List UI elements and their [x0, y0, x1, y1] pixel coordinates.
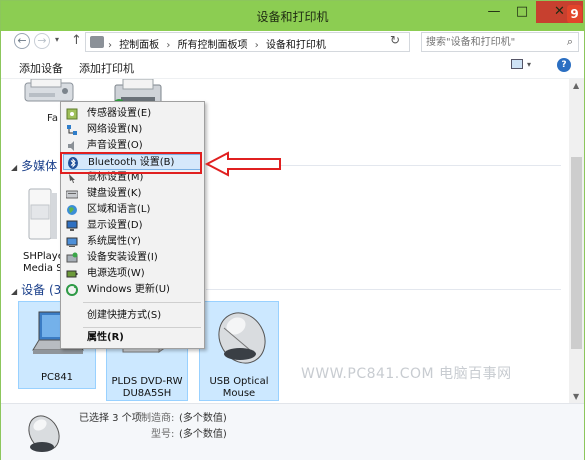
- search-input[interactable]: [426, 34, 562, 50]
- site-logo-mark: 9: [567, 5, 582, 23]
- device-label: PC841: [40, 372, 74, 383]
- sound-icon: [68, 141, 74, 151]
- menu-item-sensor-settings[interactable]: 传感器设置(E): [63, 106, 202, 122]
- scroll-down-icon[interactable]: ▼: [573, 392, 579, 401]
- maximize-button[interactable]: □: [508, 1, 536, 23]
- view-options-dropdown-icon[interactable]: ▾: [527, 60, 531, 69]
- media-server-label: SHPlaye Media S: [23, 251, 64, 275]
- menu-item-label: 属性(R): [87, 332, 124, 343]
- control-panel-icon: [90, 36, 104, 48]
- breadcrumb: › 控制面板 › 所有控制面板项 › 设备和打印机: [108, 36, 330, 51]
- breadcrumb-separator: ›: [166, 40, 171, 51]
- annotation-highlight-box: [60, 152, 202, 174]
- navigation-bar: ← → ▾ ↑ › 控制面板 › 所有控制面板项 › 设备和打印机 ▾ ↻ ⌕: [1, 31, 584, 53]
- manufacturer-value: (多个数值): [179, 413, 227, 424]
- menu-item-create-shortcut[interactable]: 创建快捷方式(S): [63, 308, 202, 324]
- recent-locations-icon[interactable]: ▾: [55, 35, 59, 44]
- device-label: USB Optical Mouse: [200, 376, 278, 400]
- media-server-icon[interactable]: [25, 187, 59, 243]
- change-view-icon[interactable]: [511, 59, 523, 69]
- breadcrumb-separator: ›: [254, 40, 259, 51]
- mouse-icon: [218, 312, 266, 364]
- collapse-toggle-icon[interactable]: ◢: [11, 287, 17, 296]
- minimize-button[interactable]: —: [480, 1, 508, 23]
- device-label-line1: USB Optical: [209, 376, 269, 387]
- menu-item-label: 键盘设置(K): [87, 188, 142, 199]
- sensor-icon: [66, 108, 78, 120]
- menu-item-label: 显示设置(D): [87, 220, 143, 231]
- device-label-line1: PLDS DVD-RW: [111, 376, 183, 387]
- menu-item-label: 创建快捷方式(S): [87, 310, 162, 321]
- device-label-line2: DU8A5SH: [122, 388, 172, 399]
- devices-and-printers-window: 设备和打印机 — □ ✕ 9 ← → ▾ ↑ › 控制面板 › 所有控制面板项 …: [0, 0, 585, 460]
- menu-item-label: 系统属性(Y): [87, 236, 141, 247]
- keyboard-icon: [66, 190, 78, 199]
- menu-item-network-settings[interactable]: 网络设置(N): [63, 122, 202, 138]
- breadcrumb-separator: ›: [108, 40, 112, 51]
- breadcrumb-control-panel[interactable]: 控制面板: [119, 40, 159, 51]
- selection-count: 已选择 3 个项: [79, 413, 142, 424]
- windows-update-icon: [66, 284, 78, 296]
- watermark: WWW.PC841.COM 电脑百事网: [301, 366, 512, 382]
- device-label-line2: Mouse: [222, 388, 256, 399]
- search-box[interactable]: ⌕: [421, 32, 579, 52]
- menu-item-display-settings[interactable]: 显示设置(D): [63, 218, 202, 234]
- search-icon[interactable]: ⌕: [567, 35, 573, 49]
- menu-separator: [83, 327, 201, 328]
- command-bar: 添加设备 添加打印机 ▾ ?: [1, 53, 584, 79]
- menu-item-label: 电源选项(W): [87, 268, 145, 279]
- forward-button[interactable]: →: [34, 33, 50, 49]
- menu-item-label: Windows 更新(U): [87, 284, 170, 295]
- breadcrumb-all-items[interactable]: 所有控制面板项: [178, 40, 248, 51]
- menu-item-system-properties[interactable]: 系统属性(Y): [63, 234, 202, 250]
- details-pane: 已选择 3 个项 制造商: (多个数值) 型号: (多个数值): [1, 403, 584, 460]
- multimedia-group-header[interactable]: ◢ 多媒体: [11, 157, 57, 174]
- add-printer-button[interactable]: 添加打印机: [79, 60, 134, 76]
- menu-item-power-options[interactable]: 电源选项(W): [63, 266, 202, 282]
- annotation-arrow-icon: [204, 151, 281, 177]
- menu-item-region-language[interactable]: 区域和语言(L): [63, 202, 202, 218]
- add-device-button[interactable]: 添加设备: [19, 60, 63, 76]
- menu-item-label: 设备安装设置(I): [87, 252, 158, 263]
- selected-devices-icon: [28, 415, 60, 452]
- display-icon: [66, 220, 78, 231]
- region-icon: [67, 205, 77, 215]
- up-level-button[interactable]: ↑: [71, 33, 82, 48]
- breadcrumb-devices-printers[interactable]: 设备和打印机: [266, 40, 326, 51]
- multimedia-group-label: 多媒体: [21, 159, 58, 173]
- power-icon: [66, 270, 78, 278]
- address-bar[interactable]: › 控制面板 › 所有控制面板项 › 设备和打印机 ▾: [85, 32, 462, 52]
- manufacturer-label: 制造商:: [141, 413, 175, 424]
- devices-group-header[interactable]: ◢ 设备 (3): [11, 281, 66, 298]
- model-value: (多个数值): [179, 429, 227, 440]
- device-tile-usb-mouse[interactable]: USB Optical Mouse: [199, 301, 279, 401]
- menu-item-label: 区域和语言(L): [87, 204, 151, 215]
- network-icon: [67, 125, 77, 135]
- menu-item-label: 网络设置(N): [87, 124, 143, 135]
- menu-item-device-install-settings[interactable]: 设备安装设置(I): [63, 250, 202, 266]
- vertical-scrollbar[interactable]: ▲ ▼: [569, 79, 584, 403]
- menu-item-windows-update[interactable]: Windows 更新(U): [63, 282, 202, 298]
- menu-item-label: 传感器设置(E): [87, 108, 152, 119]
- context-menu: 传感器设置(E) 网络设置(N) 声音设置(O) Bluetooth 设置(B)…: [60, 101, 205, 349]
- media-server-label-line1: SHPlaye: [23, 251, 64, 262]
- group-divider: [206, 289, 561, 290]
- refresh-button[interactable]: ↻: [390, 33, 400, 47]
- model-label: 型号:: [151, 429, 175, 440]
- scroll-up-icon[interactable]: ▲: [573, 81, 579, 90]
- system-icon: [66, 237, 78, 247]
- collapse-toggle-icon[interactable]: ◢: [11, 163, 17, 172]
- menu-item-keyboard-settings[interactable]: 键盘设置(K): [63, 186, 202, 202]
- device-install-icon: [66, 252, 78, 263]
- fax-label: Fa: [47, 113, 58, 124]
- menu-item-properties[interactable]: 属性(R): [63, 330, 202, 346]
- back-button[interactable]: ←: [14, 33, 30, 49]
- title-bar: 设备和打印机 — □ ✕ 9: [1, 1, 584, 31]
- scroll-thumb[interactable]: [571, 157, 582, 349]
- device-label: PLDS DVD-RW DU8A5SH: [107, 376, 187, 400]
- help-button[interactable]: ?: [557, 58, 571, 72]
- menu-separator: [83, 302, 201, 303]
- media-server-label-line2: Media S: [23, 263, 63, 274]
